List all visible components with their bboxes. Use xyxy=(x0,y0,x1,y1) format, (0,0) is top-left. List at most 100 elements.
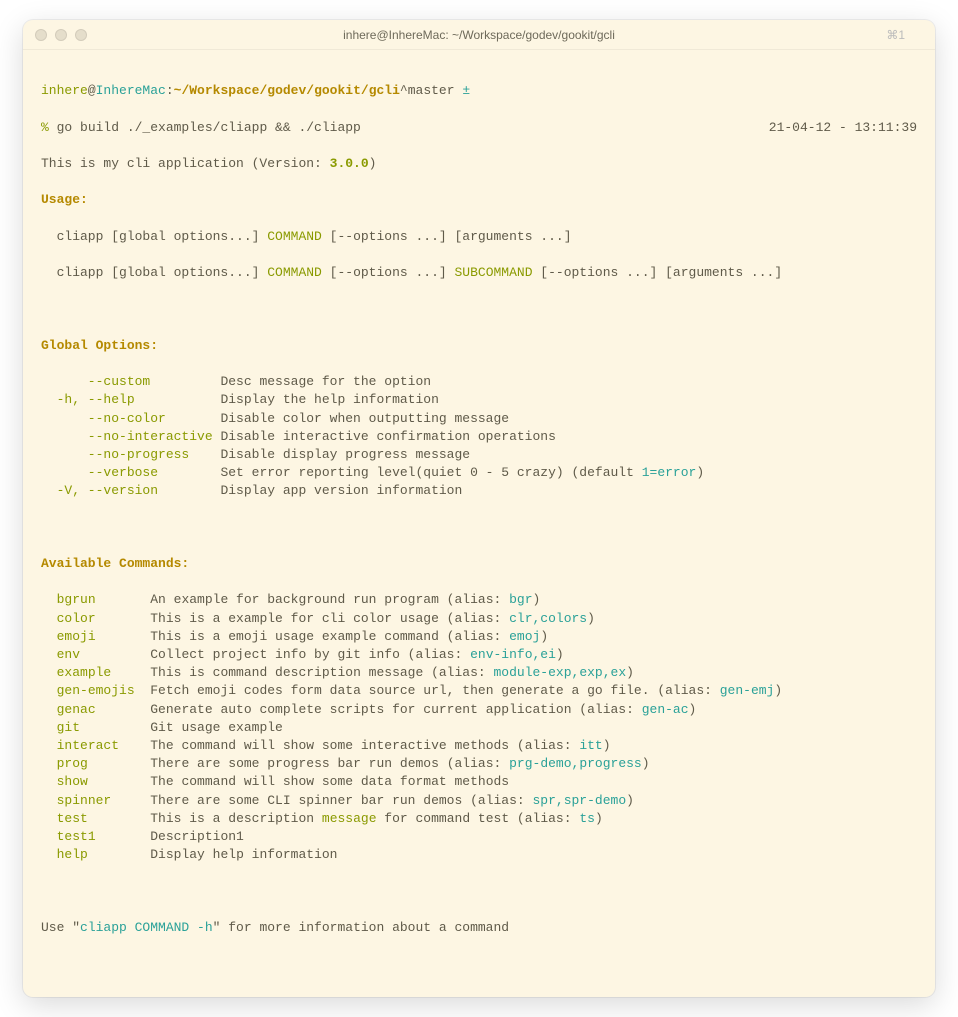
prompt-line-2: % go build ./_examples/cliapp && ./cliap… xyxy=(41,119,917,137)
zoom-icon[interactable] xyxy=(75,29,87,41)
command-desc: Git usage example xyxy=(150,720,283,735)
usage-line-2: cliapp [global options...] COMMAND [--op… xyxy=(41,264,917,282)
option-flags: --no-interactive xyxy=(41,429,220,444)
option-desc: Display app version information xyxy=(220,483,462,498)
prompt-branch: master xyxy=(408,82,455,100)
command-row: interact The command will show some inte… xyxy=(41,737,917,755)
command-row: spinner There are some CLI spinner bar r… xyxy=(41,792,917,810)
command-row: color This is a example for cli color us… xyxy=(41,610,917,628)
command-alias: module-exp,exp,ex xyxy=(494,665,627,680)
command-name: test xyxy=(57,811,88,826)
command-desc: The command will show some interactive m… xyxy=(150,738,579,753)
option-desc: Display the help information xyxy=(220,392,438,407)
command-row: prog There are some progress bar run dem… xyxy=(41,755,917,773)
option-row: --no-interactive Disable interactive con… xyxy=(41,428,917,446)
prompt-line-1: inhere@InhereMac:~/Workspace/godev/gooki… xyxy=(41,82,917,100)
option-desc: Disable color when outputting message xyxy=(220,411,509,426)
terminal-window: inhere@InhereMac: ~/Workspace/godev/gook… xyxy=(23,20,935,997)
command-desc: There are some progress bar run demos (a… xyxy=(150,756,509,771)
option-flags: -h, --help xyxy=(41,392,220,407)
command-alias: ts xyxy=(579,811,595,826)
command-desc: This is a example for cli color usage (a… xyxy=(150,611,509,626)
app-version: 3.0.0 xyxy=(330,156,369,171)
command-alias: gen-emj xyxy=(720,683,775,698)
prompt-user: inhere xyxy=(41,82,88,100)
command-alias: env-info,ei xyxy=(470,647,556,662)
global-options-header: Global Options: xyxy=(41,337,917,355)
command-alias: emoj xyxy=(509,629,540,644)
available-commands-header: Available Commands: xyxy=(41,555,917,573)
blank xyxy=(41,519,917,537)
prompt-host: InhereMac xyxy=(96,82,166,100)
option-row: --no-progress Disable display progress m… xyxy=(41,446,917,464)
prompt-branch-prefix: ^ xyxy=(400,82,408,100)
traffic-lights xyxy=(35,29,87,41)
command-desc: Generate auto complete scripts for curre… xyxy=(150,702,641,717)
blank xyxy=(41,882,917,900)
prompt-path: ~/Workspace/godev/gookit/gcli xyxy=(174,82,400,100)
command-desc: This is a emoji usage example command (a… xyxy=(150,629,509,644)
option-flags: --custom xyxy=(41,374,220,389)
footer-line: Use "cliapp COMMAND -h" for more informa… xyxy=(41,919,917,937)
command-desc: Description1 xyxy=(150,829,244,844)
command-highlight: message xyxy=(322,811,377,826)
usage-line-1: cliapp [global options...] COMMAND [--op… xyxy=(41,228,917,246)
command-name: show xyxy=(57,774,88,789)
command-name: prog xyxy=(57,756,88,771)
option-row: --verbose Set error reporting level(quie… xyxy=(41,464,917,482)
command-name: genac xyxy=(57,702,96,717)
command-alias: gen-ac xyxy=(642,702,689,717)
option-flags: --no-color xyxy=(41,411,220,426)
command-row: genac Generate auto complete scripts for… xyxy=(41,701,917,719)
prompt-cmd: go build ./_examples/cliapp && ./cliapp xyxy=(49,119,361,137)
shortcut-hint: ⌘1 xyxy=(886,28,905,42)
command-desc: Display help information xyxy=(150,847,337,862)
close-icon[interactable] xyxy=(35,29,47,41)
footer-command-hint: cliapp COMMAND -h xyxy=(80,920,213,935)
command-desc: This is command description message (ali… xyxy=(150,665,493,680)
option-flags: --verbose xyxy=(41,465,220,480)
command-alias: spr,spr-demo xyxy=(533,793,627,808)
option-flags: --no-progress xyxy=(41,447,220,462)
blank xyxy=(41,300,917,318)
command-row: bgrun An example for background run prog… xyxy=(41,591,917,609)
command-alias: prg-demo,progress xyxy=(509,756,642,771)
prompt-sep: : xyxy=(166,82,174,100)
command-name: git xyxy=(57,720,80,735)
terminal-body[interactable]: inhere@InhereMac:~/Workspace/godev/gooki… xyxy=(23,50,935,997)
command-name: help xyxy=(57,847,88,862)
minimize-icon[interactable] xyxy=(55,29,67,41)
titlebar: inhere@InhereMac: ~/Workspace/godev/gook… xyxy=(23,20,935,50)
command-row: help Display help information xyxy=(41,846,917,864)
option-row: --custom Desc message for the option xyxy=(41,373,917,391)
prompt-at: @ xyxy=(88,82,96,100)
command-desc: Collect project info by git info (alias: xyxy=(150,647,470,662)
command-name: test1 xyxy=(57,829,96,844)
command-name: env xyxy=(57,647,80,662)
command-row: gen-emojis Fetch emoji codes form data s… xyxy=(41,682,917,700)
command-desc: Fetch emoji codes form data source url, … xyxy=(150,683,720,698)
prompt-sigil: % xyxy=(41,119,49,137)
command-row: env Collect project info by git info (al… xyxy=(41,646,917,664)
option-row: -V, --version Display app version inform… xyxy=(41,482,917,500)
command-alias: itt xyxy=(579,738,602,753)
command-name: spinner xyxy=(57,793,112,808)
option-desc: Set error reporting level(quiet 0 - 5 cr… xyxy=(220,465,641,480)
option-desc: Desc message for the option xyxy=(220,374,431,389)
option-row: --no-color Disable color when outputting… xyxy=(41,410,917,428)
window-title: inhere@InhereMac: ~/Workspace/godev/gook… xyxy=(343,28,615,42)
command-row: example This is command description mess… xyxy=(41,664,917,682)
prompt-dirty: ± xyxy=(455,82,471,100)
option-default: 1=error xyxy=(642,465,697,480)
timestamp: 21-04-12 - 13:11:39 xyxy=(769,119,917,137)
command-name: interact xyxy=(57,738,119,753)
command-row: test1 Description1 xyxy=(41,828,917,846)
command-name: example xyxy=(57,665,112,680)
command-name: bgrun xyxy=(57,592,96,607)
option-flags: -V, --version xyxy=(41,483,220,498)
command-desc: An example for background run program (a… xyxy=(150,592,509,607)
command-name: gen-emojis xyxy=(57,683,135,698)
command-name: color xyxy=(57,611,96,626)
intro-line: This is my cli application (Version: 3.0… xyxy=(41,155,917,173)
command-desc: There are some CLI spinner bar run demos… xyxy=(150,793,532,808)
